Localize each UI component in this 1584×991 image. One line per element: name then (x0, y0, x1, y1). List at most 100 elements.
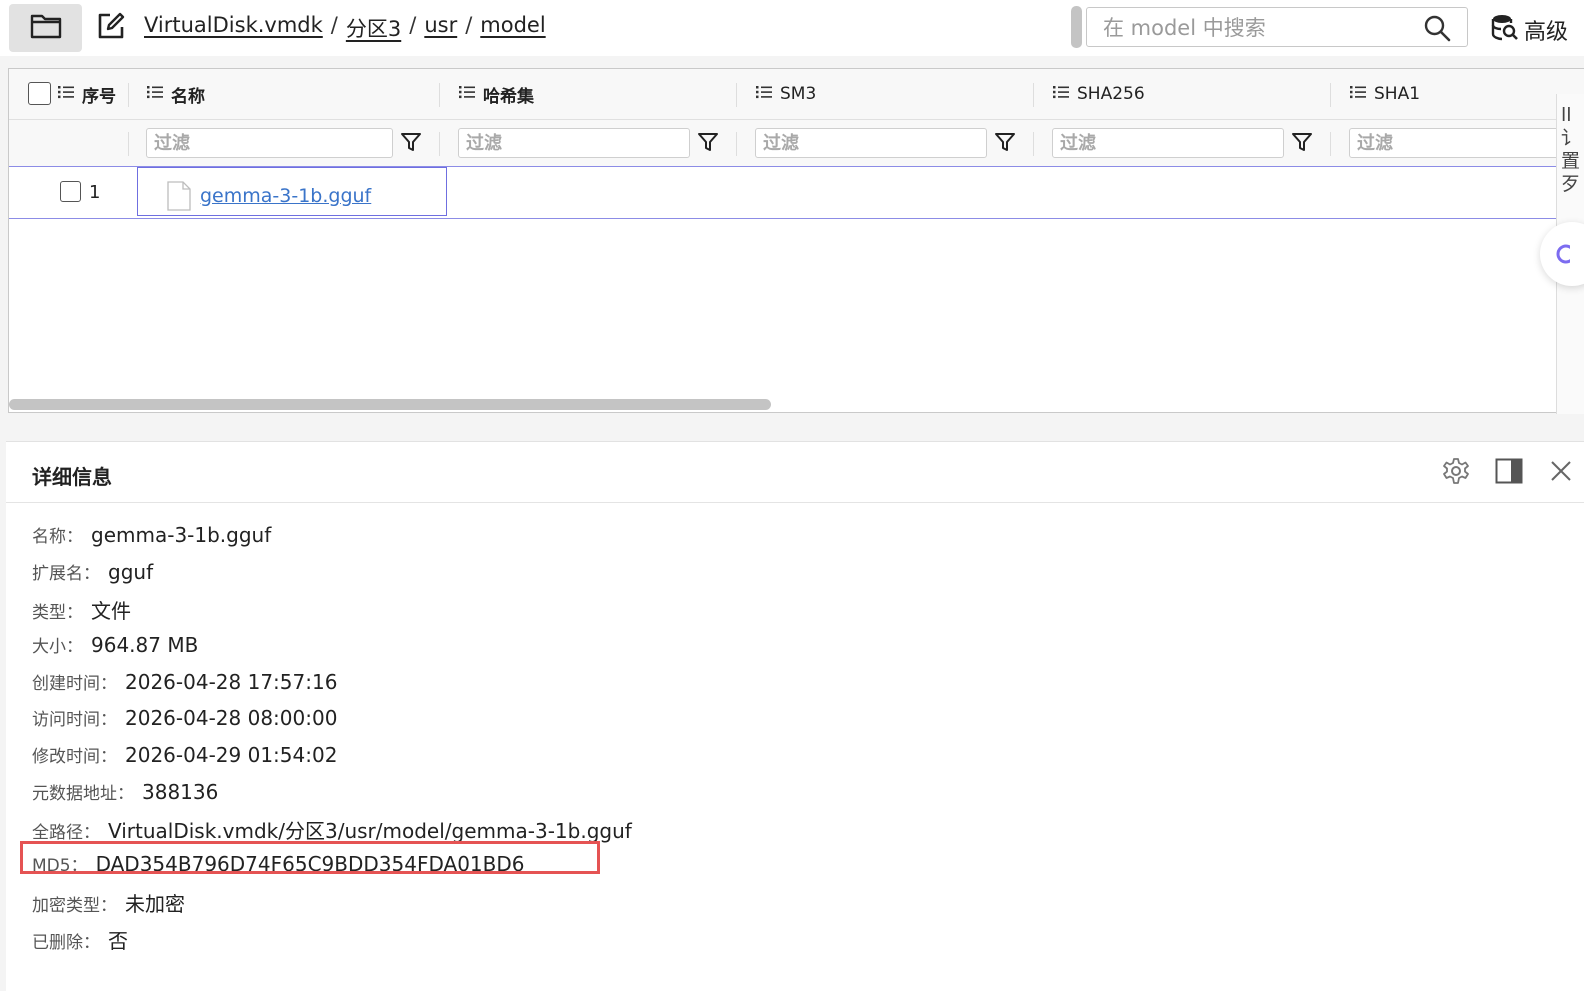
column-header-label: SM3 (780, 84, 817, 104)
breadcrumb-item-usr[interactable]: usr (424, 13, 457, 43)
select-all-checkbox[interactable] (28, 82, 51, 105)
filter-field-hashset (458, 128, 690, 158)
prop-type: 类型： 文件 (32, 595, 131, 624)
panel-right-icon (1495, 458, 1523, 488)
column-divider (439, 132, 440, 156)
filter-icon[interactable] (400, 131, 422, 157)
results-grid: 序号 名称 哈希集 SM3 SHA256 SHA1 过滤 过滤 过滤 过滤 过滤… (8, 68, 1584, 413)
prop-full-path: 全路径： VirtualDisk.vmdk/分区3/usr/model/gemm… (32, 815, 632, 844)
filter-field-name (146, 128, 393, 158)
column-divider[interactable] (439, 83, 440, 107)
details-close-button[interactable] (1544, 456, 1578, 490)
filter-icon[interactable] (994, 131, 1016, 157)
open-folder-button[interactable] (9, 4, 82, 52)
breadcrumb-item-disk[interactable]: VirtualDisk.vmdk (144, 13, 323, 43)
name-cell[interactable]: gemma-3-1b.gguf (137, 167, 447, 216)
prop-size: 大小： 964.87 MB (32, 632, 198, 657)
prop-label: 元数据地址： (32, 784, 134, 804)
prop-label: 加密类型： (32, 896, 117, 916)
search-icon[interactable] (1423, 14, 1451, 46)
filter-row (9, 120, 1584, 167)
toolbar: VirtualDisk.vmdk / 分区3 / usr / model 高级 (0, 0, 1584, 56)
advanced-label: 高级 (1524, 20, 1569, 45)
prop-extension: 扩展名： gguf (32, 559, 153, 584)
column-divider (736, 132, 737, 156)
prop-accessed-time: 访问时间： 2026-04-28 08:00:00 (32, 705, 337, 730)
column-divider[interactable] (1033, 83, 1034, 107)
prop-value: 文件 (91, 599, 131, 623)
prop-label: 类型： (32, 603, 83, 623)
column-header-label: 名称 (171, 86, 205, 107)
column-header-sha1[interactable]: SHA1 (1350, 69, 1420, 119)
prop-value: 2026-04-29 01:54:02 (125, 743, 338, 767)
close-icon (1548, 458, 1574, 488)
filter-input-hashset[interactable] (459, 129, 689, 157)
details-dock-button[interactable] (1492, 456, 1526, 490)
column-header-name[interactable]: 名称 (147, 69, 205, 119)
prop-metadata-address: 元数据地址： 388136 (32, 779, 218, 804)
prop-label: 名称： (32, 527, 83, 547)
filter-input-name[interactable] (147, 129, 392, 157)
column-header-label: SHA256 (1077, 84, 1145, 104)
search-box (1086, 7, 1468, 48)
prop-modified-time: 修改时间： 2026-04-29 01:54:02 (32, 742, 337, 767)
edit-path-button[interactable] (94, 10, 128, 46)
prop-deleted: 已删除： 否 (32, 925, 128, 954)
filter-input-sha1[interactable] (1350, 129, 1580, 157)
prop-label: 全路径： (32, 823, 100, 843)
prop-value: VirtualDisk.vmdk/分区3/usr/model/gemma-3-1… (108, 819, 632, 843)
column-divider (128, 132, 129, 156)
side-panel-text: ll 讠 置 歹 (1561, 104, 1581, 196)
list-icon (58, 84, 74, 104)
column-divider (1330, 132, 1331, 156)
filter-icon[interactable] (697, 131, 719, 157)
grid-header: 序号 名称 哈希集 SM3 SHA256 SHA1 (9, 69, 1584, 120)
list-icon (756, 84, 772, 104)
column-divider (1033, 132, 1034, 156)
breadcrumb-separator: / (465, 13, 473, 37)
breadcrumb-separator: / (409, 13, 417, 37)
prop-name: 名称： gemma-3-1b.gguf (32, 522, 271, 547)
advanced-search-button[interactable]: 高级 (1490, 12, 1568, 48)
toolbar-scrollbar[interactable] (1071, 6, 1082, 48)
prop-value: 964.87 MB (91, 633, 199, 657)
prop-label: 修改时间： (32, 747, 117, 767)
filter-icon[interactable] (1291, 131, 1313, 157)
filter-input-sm3[interactable] (756, 129, 986, 157)
column-divider[interactable] (1330, 83, 1331, 107)
column-header-sm3[interactable]: SM3 (756, 69, 816, 119)
filter-field-sm3 (755, 128, 987, 158)
list-icon (1350, 84, 1366, 104)
column-divider[interactable] (736, 83, 737, 107)
prop-value: 2026-04-28 17:57:16 (125, 670, 338, 694)
edit-icon (96, 11, 126, 45)
breadcrumb-item-model[interactable]: model (480, 13, 545, 43)
breadcrumb: VirtualDisk.vmdk / 分区3 / usr / model (144, 13, 546, 43)
prop-label: 创建时间： (32, 674, 117, 694)
prop-value: 否 (108, 929, 128, 953)
table-row[interactable]: 1 gemma-3-1b.gguf (9, 167, 1584, 219)
filter-input-sha256[interactable] (1053, 129, 1283, 157)
column-header-label: 哈希集 (483, 86, 534, 107)
side-panel-chars: ll 讠 置 歹 (1561, 104, 1581, 195)
details-title: 详细信息 (32, 465, 112, 489)
folder-icon (30, 13, 62, 43)
column-header-label: 序号 (82, 86, 116, 107)
column-header-hashset[interactable]: 哈希集 (459, 69, 534, 119)
details-divider (6, 502, 1584, 503)
file-name-link[interactable]: gemma-3-1b.gguf (200, 185, 371, 207)
prop-value: 2026-04-28 08:00:00 (125, 706, 338, 730)
search-input[interactable] (1087, 8, 1425, 48)
breadcrumb-item-partition[interactable]: 分区3 (346, 13, 401, 43)
horizontal-scrollbar[interactable] (9, 399, 771, 410)
column-header-sha256[interactable]: SHA256 (1053, 69, 1145, 119)
prop-created-time: 创建时间： 2026-04-28 17:57:16 (32, 669, 337, 694)
column-header-index[interactable]: 序号 (58, 69, 116, 119)
column-divider[interactable] (128, 83, 129, 107)
list-icon (1053, 84, 1069, 104)
prop-encryption-type: 加密类型： 未加密 (32, 888, 185, 917)
column-header-label: SHA1 (1374, 84, 1421, 104)
details-settings-button[interactable] (1439, 456, 1473, 490)
row-checkbox[interactable] (60, 181, 81, 202)
list-icon (459, 84, 475, 104)
